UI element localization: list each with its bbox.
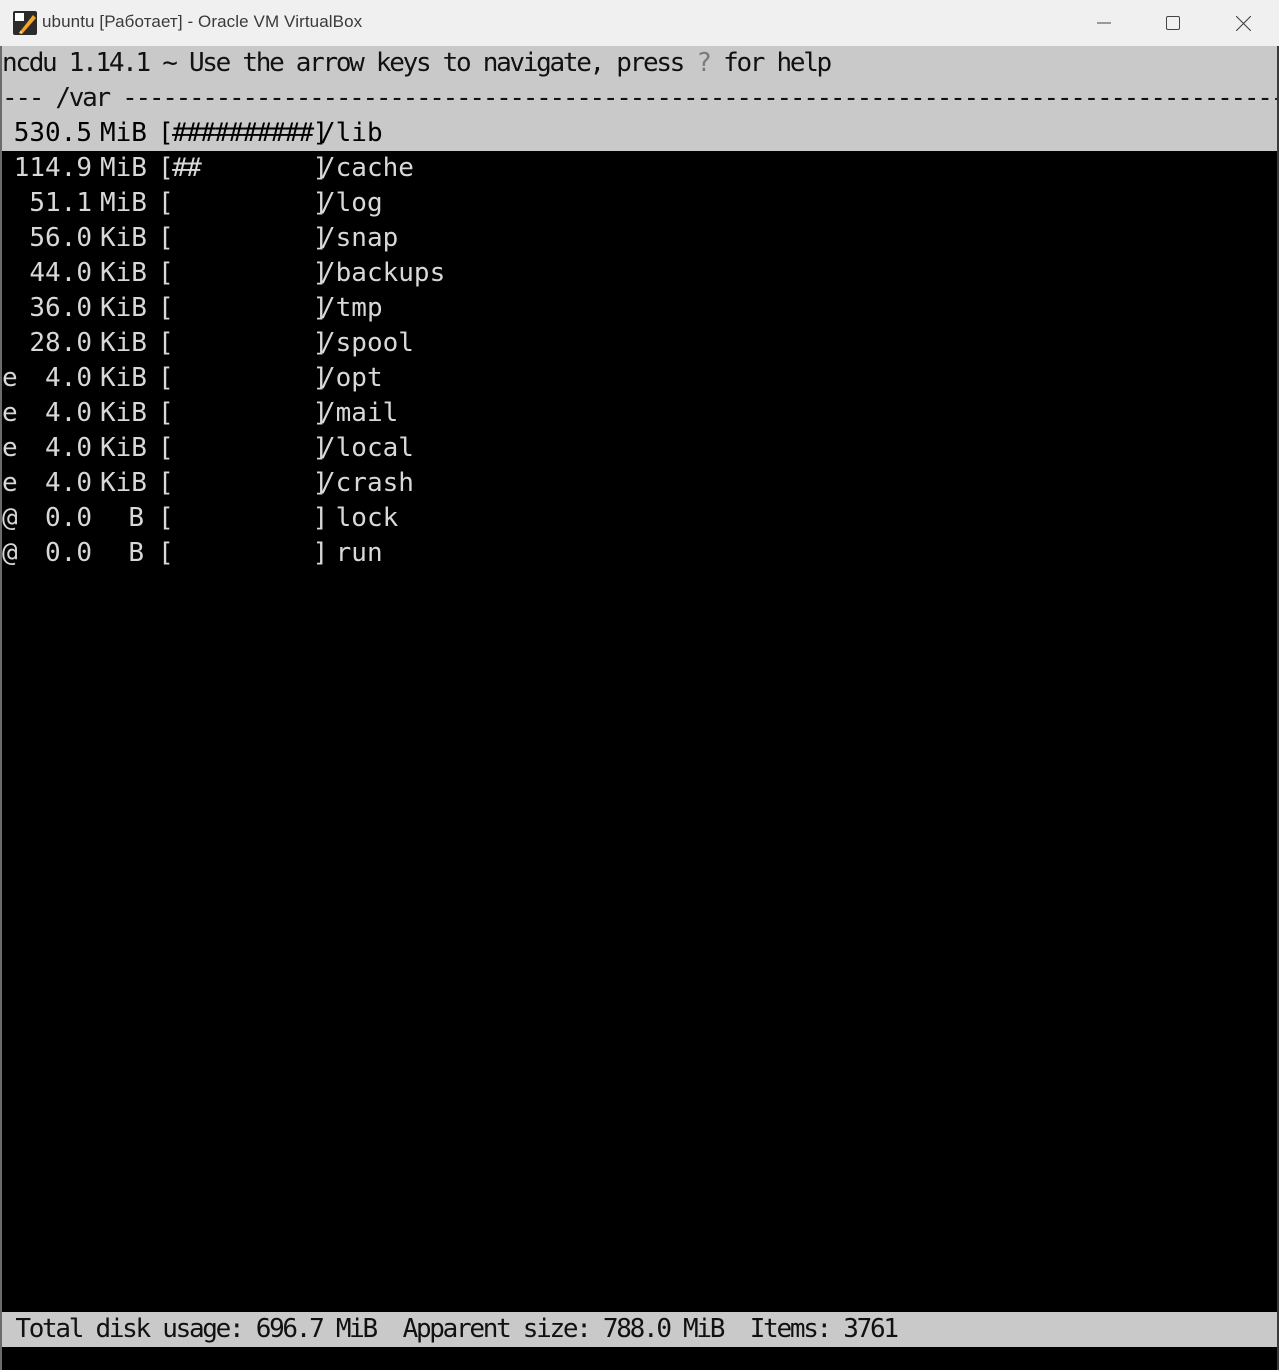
minimize-icon bbox=[1097, 22, 1111, 24]
entry-size: 56.0 bbox=[29, 223, 92, 253]
list-item[interactable]: 44.0 KiB [ ]/backups bbox=[0, 256, 1277, 291]
entry-unit: MiB bbox=[100, 118, 147, 148]
list-item[interactable]: 530.5 MiB [##########]/lib bbox=[0, 116, 1277, 151]
entry-unit: KiB bbox=[100, 363, 147, 393]
list-item[interactable]: e 4.0 KiB[ ]/mail bbox=[0, 396, 1277, 431]
list-item[interactable]: 56.0 KiB [ ]/snap bbox=[0, 221, 1277, 256]
entry-bar: [ ] bbox=[158, 293, 328, 323]
minimize-button[interactable] bbox=[1069, 0, 1139, 46]
entry-unit: KiB bbox=[100, 223, 147, 253]
list-item[interactable]: 51.1 MiB [ ]/log bbox=[0, 186, 1277, 221]
entry-unit: MiB bbox=[100, 188, 147, 218]
entry-name: /backups bbox=[320, 258, 446, 288]
entry-bar: [ ] bbox=[158, 328, 328, 358]
help-key: ? bbox=[696, 48, 712, 78]
list-item[interactable]: @0.0 B[ ] run bbox=[0, 536, 1277, 571]
entry-name: /tmp bbox=[320, 293, 383, 323]
entry-size: 4.0 bbox=[45, 363, 92, 393]
entry-unit: KiB bbox=[100, 433, 147, 463]
entry-name: /local bbox=[320, 433, 414, 463]
window-border-left bbox=[0, 46, 2, 1370]
entry-unit: KiB bbox=[100, 468, 147, 498]
entry-bar: [ ] bbox=[158, 538, 328, 568]
entry-size: 0.0 bbox=[45, 538, 92, 568]
entry-size: 114.9 bbox=[13, 153, 92, 183]
entry-size: 530.5 bbox=[13, 118, 92, 148]
list-item[interactable]: e 4.0 KiB[ ]/crash bbox=[0, 466, 1277, 501]
close-icon bbox=[1235, 15, 1251, 31]
header-text: ncdu 1.14.1 ~ Use the arrow keys to navi… bbox=[2, 48, 697, 78]
entry-bar: [ ] bbox=[158, 258, 328, 288]
entry-unit: KiB bbox=[100, 328, 147, 358]
entry-bar: [ ] bbox=[158, 188, 328, 218]
entry-name: /snap bbox=[320, 223, 399, 253]
entry-bar: [ ] bbox=[158, 503, 328, 533]
entry-size: 4.0 bbox=[45, 433, 92, 463]
entry-name: /cache bbox=[320, 153, 414, 183]
entry-size: 44.0 bbox=[29, 258, 92, 288]
entry-name: run bbox=[320, 538, 383, 568]
close-button[interactable] bbox=[1208, 0, 1278, 46]
entry-name: /crash bbox=[320, 468, 414, 498]
maximize-button[interactable] bbox=[1138, 0, 1208, 46]
status-text: Total disk usage: 696.7 MiB Apparent siz… bbox=[2, 1314, 899, 1344]
current-path: --- /var -------------------------------… bbox=[2, 83, 1277, 113]
entry-unit: KiB bbox=[100, 258, 147, 288]
entry-size: 28.0 bbox=[29, 328, 92, 358]
entry-bar: [ ] bbox=[158, 468, 328, 498]
list-item[interactable]: e 4.0 KiB[ ]/opt bbox=[0, 361, 1277, 396]
entry-unit: B bbox=[128, 503, 144, 533]
entry-bar: [ ] bbox=[158, 398, 328, 428]
ncdu-header: ncdu 1.14.1 ~ Use the arrow keys to navi… bbox=[0, 46, 1277, 81]
entry-name: /log bbox=[320, 188, 383, 218]
header-suffix: for help bbox=[709, 48, 832, 78]
maximize-icon bbox=[1166, 16, 1180, 30]
list-item[interactable]: e 4.0 KiB[ ]/local bbox=[0, 431, 1277, 466]
window-title: ubuntu [Работает] - Oracle VM VirtualBox bbox=[42, 12, 363, 31]
virtualbox-icon bbox=[13, 11, 37, 35]
entry-unit: KiB bbox=[100, 398, 147, 428]
current-path-bar: --- /var -------------------------------… bbox=[0, 81, 1277, 116]
entry-name: /opt bbox=[320, 363, 383, 393]
entry-unit: KiB bbox=[100, 293, 147, 323]
entry-name: /lib bbox=[320, 118, 383, 148]
entry-size: 51.1 bbox=[29, 188, 92, 218]
entry-bar: [ ] bbox=[158, 363, 328, 393]
entry-size: 4.0 bbox=[45, 468, 92, 498]
terminal-screen[interactable]: ncdu 1.14.1 ~ Use the arrow keys to navi… bbox=[0, 46, 1279, 1370]
status-bar: Total disk usage: 696.7 MiB Apparent siz… bbox=[0, 1312, 1277, 1347]
entry-unit: B bbox=[128, 538, 144, 568]
list-item[interactable]: 36.0 KiB [ ]/tmp bbox=[0, 291, 1277, 326]
list-item[interactable]: 114.9 MiB [## ]/cache bbox=[0, 151, 1277, 186]
entry-bar: [##########] bbox=[158, 118, 328, 148]
entry-bar: [ ] bbox=[158, 433, 328, 463]
list-item[interactable]: @0.0 B[ ] lock bbox=[0, 501, 1277, 536]
entry-bar: [## ] bbox=[158, 153, 328, 183]
entry-name: /spool bbox=[320, 328, 414, 358]
list-item[interactable]: 28.0 KiB [ ]/spool bbox=[0, 326, 1277, 361]
entry-bar: [ ] bbox=[158, 223, 328, 253]
entry-name: /mail bbox=[320, 398, 399, 428]
window-titlebar[interactable]: ubuntu [Работает] - Oracle VM VirtualBox bbox=[0, 0, 1279, 47]
entry-unit: MiB bbox=[100, 153, 147, 183]
entry-size: 4.0 bbox=[45, 398, 92, 428]
entry-size: 0.0 bbox=[45, 503, 92, 533]
entry-name: lock bbox=[320, 503, 399, 533]
entry-size: 36.0 bbox=[29, 293, 92, 323]
